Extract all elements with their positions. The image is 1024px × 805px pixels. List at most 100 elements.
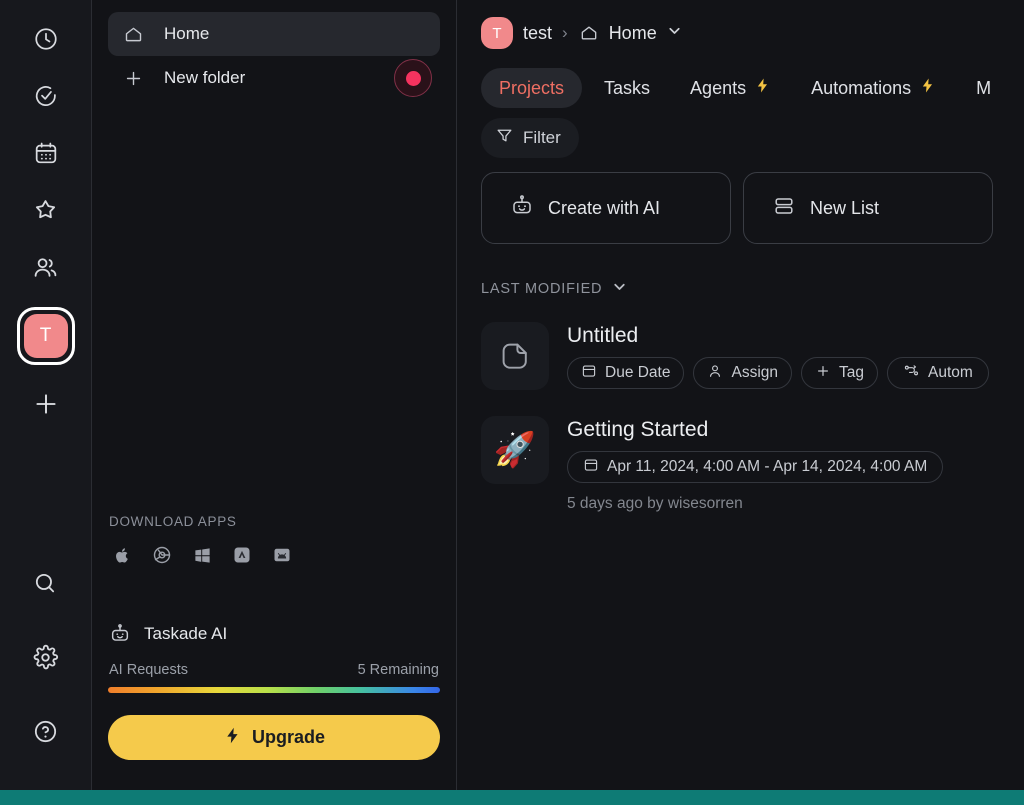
- tab-label: M: [976, 77, 992, 98]
- home-icon: [578, 23, 600, 43]
- project-body: Untitled Due Date Assign Tag Autom: [567, 322, 989, 389]
- assign-chip[interactable]: Assign: [693, 357, 793, 389]
- taskade-app-window: T Home New folder DOWNLOAD APPS Taskade …: [0, 0, 1024, 805]
- filter-button[interactable]: Filter: [481, 118, 579, 158]
- document-icon: [481, 322, 549, 390]
- new-list-button[interactable]: New List: [743, 172, 993, 244]
- robot-icon: [510, 194, 534, 223]
- project-row[interactable]: Untitled Due Date Assign Tag Autom: [481, 322, 1024, 390]
- tab-label: Automations: [811, 77, 912, 98]
- filter-row: Filter: [481, 118, 1024, 158]
- home-icon: [122, 24, 144, 45]
- due-date-chip[interactable]: Due Date: [567, 357, 685, 389]
- tab-tasks[interactable]: Tasks: [586, 68, 668, 108]
- project-title: Untitled: [567, 324, 639, 347]
- new-list-label: New List: [810, 197, 880, 218]
- rail-bottom-group: [23, 560, 69, 790]
- filter-label: Filter: [523, 128, 561, 147]
- sidebar-item-new-folder[interactable]: New folder: [108, 56, 440, 100]
- plus-icon: [815, 363, 831, 384]
- tab-media[interactable]: M: [958, 68, 1009, 108]
- gear-icon[interactable]: [23, 634, 69, 680]
- calendar-chip-icon: [581, 363, 597, 384]
- taskade-ai-header: Taskade AI: [108, 623, 440, 645]
- automation-icon: [903, 362, 920, 384]
- chevron-down-icon[interactable]: [666, 22, 683, 44]
- avatar: T: [23, 314, 68, 358]
- taskade-ai-title: Taskade AI: [144, 624, 228, 643]
- download-apps-icons: [108, 543, 440, 567]
- sidebar-item-label: New folder: [164, 68, 246, 87]
- bolt-icon: [754, 77, 771, 99]
- chevron-right-icon: ›: [562, 23, 568, 42]
- chevron-down-icon: [611, 278, 628, 300]
- check-circle-icon[interactable]: [23, 73, 69, 119]
- breadcrumb-current[interactable]: Home: [578, 22, 683, 44]
- workspace-avatar[interactable]: T: [481, 17, 513, 49]
- chip-label: Tag: [839, 364, 865, 381]
- list-icon: [772, 194, 796, 223]
- chip-label: Due Date: [605, 364, 671, 381]
- bolt-icon: [919, 77, 936, 99]
- main-content: T test › Home Projects Tasks Agents Auto…: [457, 0, 1024, 790]
- ai-usage-progress-bar: [108, 687, 440, 693]
- sort-label: LAST MODIFIED: [481, 281, 603, 297]
- bottom-status-bar: [0, 790, 1024, 805]
- tab-projects[interactable]: Projects: [481, 68, 583, 108]
- search-icon[interactable]: [23, 560, 69, 606]
- chip-label: Assign: [731, 364, 779, 381]
- rocket-emoji-icon: 🚀: [481, 416, 549, 484]
- calendar-chip-icon: [583, 457, 599, 478]
- chip-label: Apr 11, 2024, 4:00 AM - Apr 14, 2024, 4:…: [607, 458, 928, 475]
- project-chips: Due Date Assign Tag Autom: [567, 357, 989, 389]
- help-icon[interactable]: [23, 708, 69, 754]
- date-range-chip[interactable]: Apr 11, 2024, 4:00 AM - Apr 14, 2024, 4:…: [567, 451, 944, 483]
- project-meta: 5 days ago by wisesorren: [567, 495, 743, 512]
- people-icon[interactable]: [23, 244, 69, 290]
- action-buttons: Create with AI New List: [481, 172, 1024, 244]
- project-title: Getting Started: [567, 418, 709, 441]
- tab-label: Tasks: [604, 77, 651, 98]
- project-row[interactable]: 🚀 Getting Started Apr 11, 2024, 4:00 AM …: [481, 416, 1024, 513]
- ai-requests-label: AI Requests: [109, 662, 188, 678]
- tab-label: Agents: [690, 77, 747, 98]
- ai-requests-row: AI Requests 5 Remaining: [108, 662, 440, 678]
- sidebar-item-home[interactable]: Home: [108, 12, 440, 56]
- automation-chip[interactable]: Autom: [887, 357, 989, 389]
- create-with-ai-button[interactable]: Create with AI: [481, 172, 731, 244]
- tab-label: Projects: [499, 77, 565, 98]
- clock-icon[interactable]: [23, 16, 69, 62]
- calendar-icon[interactable]: [23, 130, 69, 176]
- chrome-icon[interactable]: [150, 543, 174, 567]
- chip-label: Autom: [928, 364, 973, 381]
- apple-icon[interactable]: [110, 543, 134, 567]
- breadcrumb: T test › Home: [481, 14, 1024, 52]
- breadcrumb-workspace[interactable]: test: [523, 23, 552, 44]
- workspace-icon-rail: T: [0, 0, 92, 790]
- download-apps-title: DOWNLOAD APPS: [109, 514, 237, 529]
- breadcrumb-current-label: Home: [608, 22, 657, 43]
- android-icon[interactable]: [270, 543, 294, 567]
- ai-remaining-label: 5 Remaining: [357, 662, 439, 678]
- tag-chip[interactable]: Tag: [801, 357, 879, 389]
- add-workspace-button[interactable]: [23, 381, 69, 427]
- app-store-icon[interactable]: [230, 543, 254, 567]
- project-body: Getting Started Apr 11, 2024, 4:00 AM - …: [567, 416, 944, 513]
- robot-icon: [109, 623, 131, 645]
- star-icon[interactable]: [23, 187, 69, 233]
- plus-icon: [122, 68, 144, 89]
- record-dot-icon: [405, 70, 421, 86]
- folder-sidebar: Home New folder DOWNLOAD APPS Taskade AI…: [92, 0, 457, 790]
- tab-agents[interactable]: Agents: [672, 68, 789, 108]
- create-with-ai-label: Create with AI: [548, 197, 661, 218]
- workspace-avatar-active[interactable]: T: [16, 307, 75, 365]
- upgrade-button[interactable]: Upgrade: [108, 715, 440, 760]
- record-indicator[interactable]: [394, 59, 432, 97]
- sort-control[interactable]: LAST MODIFIED: [481, 278, 1024, 300]
- project-chips: Apr 11, 2024, 4:00 AM - Apr 14, 2024, 4:…: [567, 451, 944, 483]
- windows-icon[interactable]: [190, 543, 214, 567]
- sidebar-item-label: Home: [164, 24, 210, 43]
- tab-automations[interactable]: Automations: [793, 68, 954, 108]
- person-icon: [707, 363, 723, 384]
